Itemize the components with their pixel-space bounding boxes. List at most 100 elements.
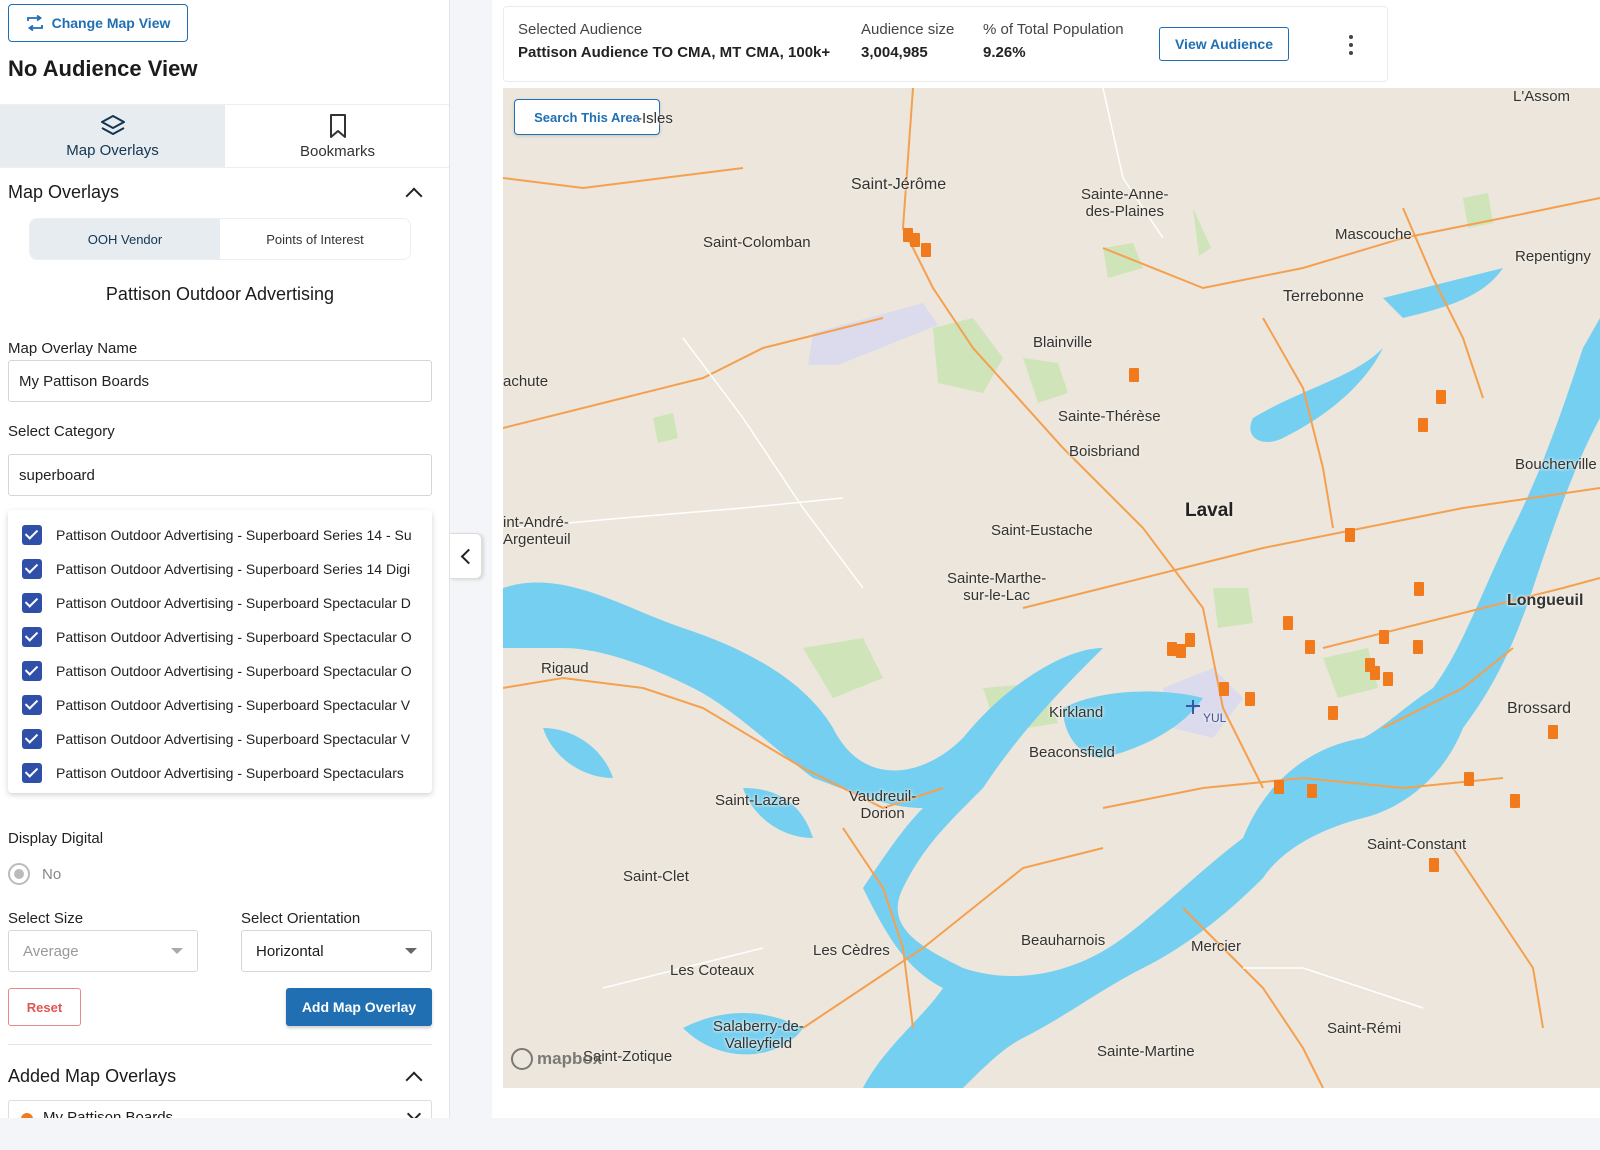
added-overlay-item[interactable]: My Pattison Boards — [8, 1100, 432, 1118]
tab-bookmarks-label: Bookmarks — [299, 142, 376, 160]
ooh-marker — [1185, 633, 1195, 647]
ooh-marker — [1418, 418, 1428, 432]
city-label: Beauharnois — [1021, 932, 1106, 949]
list-item[interactable]: Pattison Outdoor Advertising - Superboar… — [8, 518, 432, 552]
panel-tabs: Map Overlays Bookmarks — [0, 104, 449, 168]
city-label: int-André- Argenteuil — [503, 514, 571, 548]
collapse-panel-button[interactable] — [450, 533, 482, 579]
chevron-up-icon[interactable] — [405, 187, 423, 204]
selected-audience: Selected Audience Pattison Audience TO C… — [518, 21, 830, 61]
ooh-marker — [1370, 666, 1380, 680]
category-item-label: Pattison Outdoor Advertising - Superboar… — [56, 697, 411, 713]
left-panel: Change Map View No Audience View Map Ove… — [0, 0, 450, 1118]
category-search-input[interactable]: superboard — [8, 454, 432, 496]
chevron-up-icon[interactable] — [405, 1071, 423, 1088]
display-digital-radio[interactable]: No — [8, 863, 61, 885]
audience-card: Selected Audience Pattison Audience TO C… — [503, 6, 1388, 82]
list-item[interactable]: Pattison Outdoor Advertising - Superboar… — [8, 722, 432, 756]
page-title: No Audience View — [8, 56, 198, 81]
city-label: achute — [503, 373, 549, 390]
mapbox-icon — [511, 1048, 533, 1070]
tab-map-overlays[interactable]: Map Overlays — [0, 105, 225, 167]
dropdown-arrow-icon — [405, 948, 417, 954]
reset-button[interactable]: Reset — [8, 988, 81, 1026]
ooh-marker — [921, 243, 931, 257]
ooh-marker — [1129, 368, 1139, 382]
chevron-down-icon[interactable] — [406, 1106, 422, 1118]
category-item-label: Pattison Outdoor Advertising - Superboar… — [56, 561, 411, 577]
map-overlays-header[interactable]: Map Overlays — [8, 182, 428, 204]
checkbox[interactable] — [22, 593, 42, 613]
divider — [8, 1044, 432, 1045]
tab-bookmarks[interactable]: Bookmarks — [225, 105, 449, 167]
ooh-marker — [910, 233, 920, 247]
city-label: Mascouche — [1335, 226, 1412, 243]
list-item[interactable]: Pattison Outdoor Advertising - Superboar… — [8, 620, 432, 654]
checkbox[interactable] — [22, 729, 42, 749]
category-item-label: Pattison Outdoor Advertising - Superboar… — [56, 663, 412, 679]
mapbox-logo[interactable]: mapbox — [511, 1048, 602, 1070]
city-label: Repentigny — [1515, 248, 1591, 265]
more-options-icon[interactable] — [1349, 35, 1353, 55]
city-label: Saint-Rémi — [1327, 1020, 1402, 1037]
segment-points-of-interest[interactable]: Points of Interest — [220, 219, 410, 259]
list-item[interactable]: Pattison Outdoor Advertising - Superboar… — [8, 756, 432, 790]
city-label: Saint-Constant — [1367, 836, 1467, 853]
checkbox[interactable] — [22, 525, 42, 545]
audience-size: Audience size 3,004,985 — [861, 21, 954, 61]
swap-icon — [26, 15, 43, 31]
checkbox[interactable] — [22, 695, 42, 715]
overlay-name-input[interactable]: My Pattison Boards — [8, 360, 432, 402]
chevron-left-icon — [460, 548, 476, 564]
add-map-overlay-button[interactable]: Add Map Overlay — [286, 988, 432, 1026]
city-label: Saint-Clet — [623, 868, 689, 885]
audience-size-label: Audience size — [861, 21, 955, 38]
list-item[interactable]: Pattison Outdoor Advertising - Superboar… — [8, 688, 432, 722]
ooh-marker — [1414, 582, 1424, 596]
checkbox[interactable] — [22, 763, 42, 783]
size-label: Select Size — [8, 910, 84, 927]
ooh-marker — [1328, 706, 1338, 720]
ooh-marker — [1510, 794, 1520, 808]
list-item[interactable]: Pattison Outdoor Advertising - Superboar… — [8, 654, 432, 688]
added-overlays-header[interactable]: Added Map Overlays — [8, 1066, 428, 1088]
city-label: Saint-Colomban — [703, 234, 811, 251]
checkbox[interactable] — [22, 661, 42, 681]
vendor-name: Pattison Outdoor Advertising — [105, 284, 335, 304]
city-label: Boisbriand — [1069, 443, 1140, 460]
checkbox[interactable] — [22, 627, 42, 647]
map-view[interactable]: Search This Area -Isles L'Assom Saint-Jé… — [503, 88, 1600, 1088]
view-audience-button[interactable]: View Audience — [1159, 27, 1289, 61]
orientation-select[interactable]: Horizontal — [241, 930, 432, 972]
overlay-name-label: Map Overlay Name — [8, 340, 138, 357]
checkbox[interactable] — [22, 559, 42, 579]
category-item-label: Pattison Outdoor Advertising - Superboar… — [56, 629, 412, 645]
city-label: L'Assom — [1513, 88, 1571, 105]
tab-map-overlays-label: Map Overlays — [66, 141, 159, 159]
airport-label: YUL — [1203, 711, 1227, 725]
city-label: Saint-Lazare — [715, 792, 801, 809]
list-item[interactable]: Pattison Outdoor Advertising - Superboar… — [8, 586, 432, 620]
category-item-label: Pattison Outdoor Advertising - Superboar… — [56, 527, 412, 543]
added-overlay-name: My Pattison Boards — [43, 1109, 174, 1118]
city-label: Sainte-Martine — [1097, 1043, 1195, 1060]
layers-icon — [100, 114, 125, 135]
city-label: Beaconsfield — [1029, 744, 1115, 761]
city-label: -Isles — [637, 110, 673, 127]
city-label: Brossard — [1507, 700, 1572, 717]
ooh-marker — [1283, 616, 1293, 630]
ooh-marker — [1379, 630, 1389, 644]
list-item[interactable]: Pattison Outdoor Advertising - Superboar… — [8, 552, 432, 586]
city-label: Salaberry-de- Valleyfield — [713, 1018, 804, 1052]
category-dropdown: Pattison Outdoor Advertising - Superboar… — [8, 510, 432, 793]
change-map-view-button[interactable]: Change Map View — [8, 4, 188, 42]
selected-audience-value: Pattison Audience TO CMA, MT CMA, 100k+ — [518, 44, 831, 61]
ooh-marker — [1383, 672, 1393, 686]
orientation-select-value: Horizontal — [256, 942, 324, 960]
ooh-marker — [1464, 772, 1474, 786]
size-select[interactable]: Average — [8, 930, 198, 972]
ooh-marker — [1176, 644, 1186, 658]
radio-icon[interactable] — [8, 863, 30, 885]
city-label: Vaudreuil- Dorion — [849, 788, 917, 822]
segment-ooh-vendor[interactable]: OOH Vendor — [30, 219, 220, 259]
